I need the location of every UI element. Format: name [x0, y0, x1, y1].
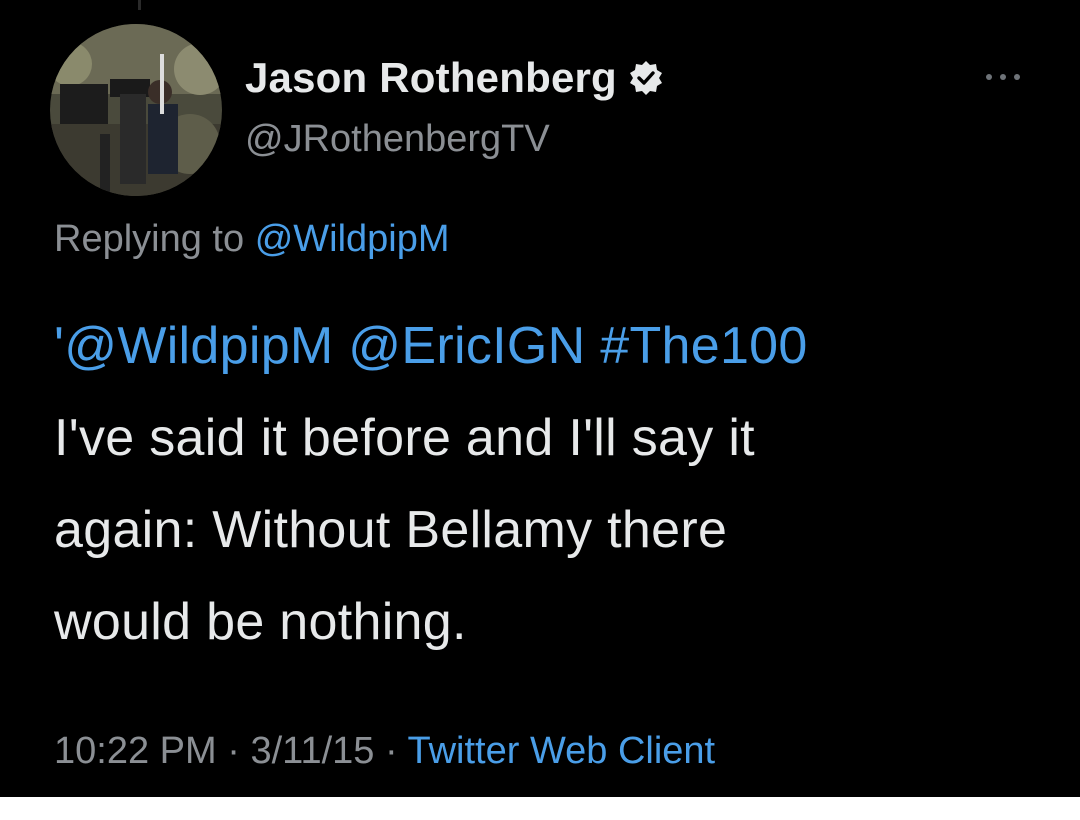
- tweet-line-1: '@WildpipM @EricIGN #The100: [54, 300, 1044, 392]
- tweet-line-4: would be nothing.: [54, 593, 467, 651]
- quote-mark: ': [54, 317, 65, 375]
- tweet-line-3: again: Without Bellamy there: [54, 501, 728, 559]
- tweet-line-2: I've said it before and I'll say it: [54, 409, 755, 467]
- author-name[interactable]: Jason Rothenberg: [245, 54, 665, 102]
- tweet-date[interactable]: 3/11/15: [250, 730, 374, 772]
- meta-separator: ·: [384, 730, 398, 772]
- dot: [986, 74, 992, 80]
- replying-to-mention[interactable]: @WildpipM: [255, 218, 450, 260]
- more-options-icon[interactable]: [986, 70, 1020, 84]
- author-handle[interactable]: @JRothenbergTV: [245, 118, 550, 161]
- mention-link[interactable]: @WildpipM: [64, 317, 333, 375]
- avatar[interactable]: [50, 24, 222, 196]
- mention-link[interactable]: @EricIGN: [348, 317, 585, 375]
- hashtag-link[interactable]: #The100: [600, 317, 807, 375]
- author-name-text[interactable]: Jason Rothenberg: [245, 54, 617, 102]
- verified-badge-icon: [627, 59, 665, 97]
- meta-separator: ·: [227, 730, 240, 772]
- dot: [1000, 74, 1006, 80]
- tweet-card: Jason Rothenberg @JRothenbergTV Replying…: [0, 0, 1080, 797]
- tweet-meta: 10:22 PM · 3/11/15 · Twitter Web Client: [54, 730, 715, 773]
- tweet-body: '@WildpipM @EricIGN #The100 I've said it…: [54, 300, 1044, 668]
- replying-to: Replying to @WildpipM: [54, 218, 450, 261]
- tweet-time[interactable]: 10:22 PM: [54, 730, 217, 772]
- tweet-client-link[interactable]: Twitter Web Client: [408, 730, 716, 772]
- replying-to-label: Replying to: [54, 218, 245, 260]
- thread-connector: [138, 0, 141, 10]
- dot: [1014, 74, 1020, 80]
